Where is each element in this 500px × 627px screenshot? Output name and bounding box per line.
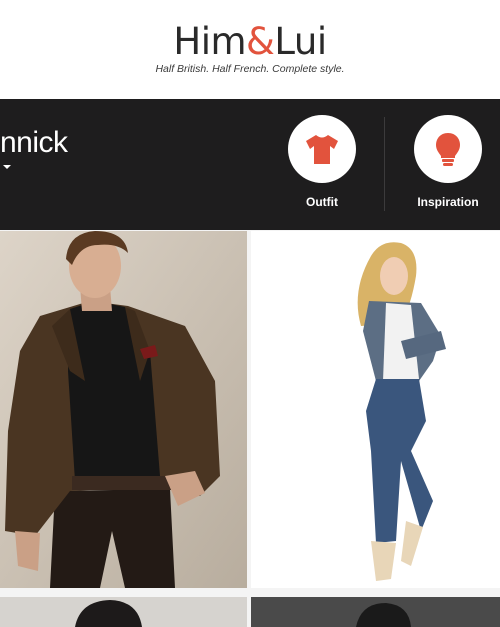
outfit-circle: [288, 115, 356, 183]
category-divider: [384, 117, 385, 211]
tshirt-icon: [306, 135, 338, 164]
lightbulb-icon: [436, 133, 460, 166]
photo-woman-denim[interactable]: [251, 231, 500, 588]
woman-denim-image: [251, 231, 500, 588]
inspiration-circle: [414, 115, 482, 183]
man-blazer-image: [0, 231, 247, 588]
category-inspiration-label: Inspiration: [417, 195, 479, 209]
tagline: Half British. Half French. Complete styl…: [155, 63, 345, 75]
photo-dark-portrait[interactable]: [251, 597, 500, 627]
category-inspiration-button[interactable]: Inspiration: [388, 115, 500, 215]
caret-down-icon[interactable]: [3, 165, 11, 169]
header: Him&Lui Half British. Half French. Compl…: [0, 0, 500, 99]
logo-ampersand: &: [246, 20, 275, 63]
photo-man-dark-hair[interactable]: [0, 597, 247, 627]
category-bar: nnick Outfit Inspiration: [0, 99, 500, 230]
photo-man-blazer[interactable]: [0, 231, 247, 588]
man-dark-hair-image: [0, 597, 247, 627]
category-outfit-button[interactable]: Outfit: [262, 115, 382, 215]
logo-him: Him: [173, 20, 247, 63]
user-name[interactable]: nnick: [0, 126, 68, 160]
category-outfit-label: Outfit: [306, 195, 338, 209]
logo[interactable]: Him&Lui: [0, 20, 500, 64]
dark-portrait-image: [251, 597, 500, 627]
logo-lui: Lui: [274, 20, 327, 63]
